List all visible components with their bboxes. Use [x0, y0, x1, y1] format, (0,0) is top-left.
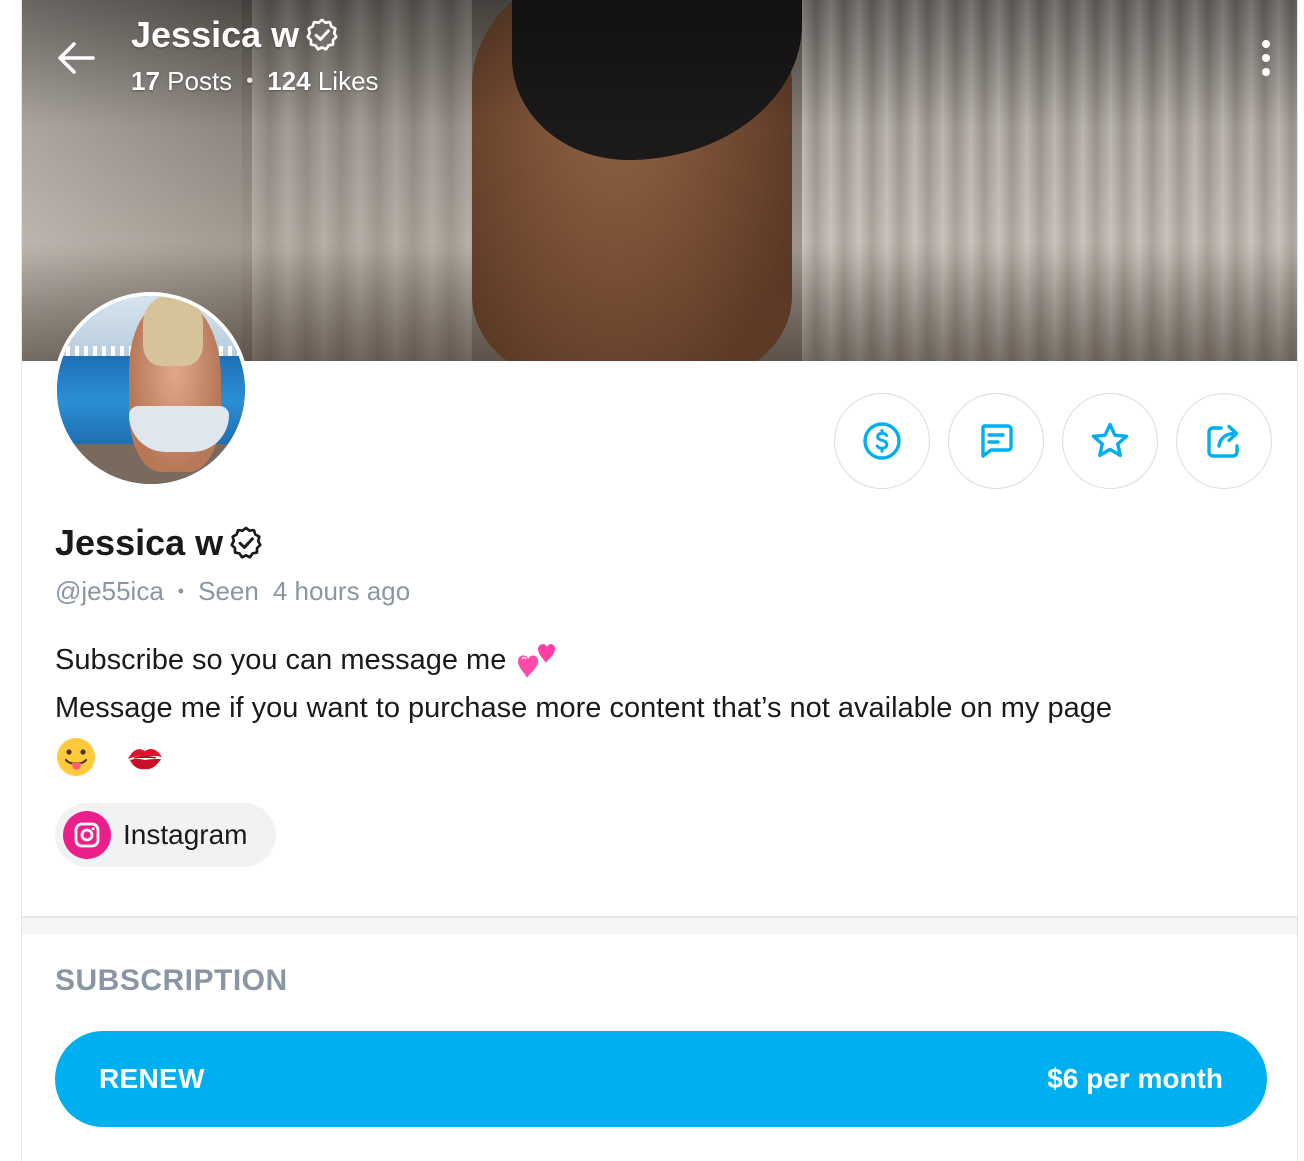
- instagram-link[interactable]: Instagram: [55, 803, 276, 867]
- profile-page: Jessica w 17 Posts • 124 Likes Jessica w…: [21, 0, 1298, 1161]
- header-title: Jessica w: [131, 14, 341, 56]
- instagram-label: Instagram: [123, 819, 248, 850]
- seen-time: 4 hours ago: [272, 576, 411, 606]
- likes-stat: 124 Likes: [267, 66, 379, 96]
- avatar[interactable]: [53, 292, 249, 488]
- posts-stat: 17 Posts: [131, 66, 233, 96]
- tip-button[interactable]: [834, 393, 930, 489]
- star-icon: [1091, 422, 1129, 458]
- verified-icon: [230, 526, 262, 559]
- top-bar: Jessica w 17 Posts • 124 Likes: [22, 0, 1297, 110]
- header-stats: 17 Posts • 124 Likes: [131, 66, 379, 97]
- section-divider: [22, 916, 1297, 934]
- header-name: Jessica w: [131, 14, 300, 55]
- tongue-face-icon: [57, 738, 95, 777]
- username: @je55ica: [55, 576, 164, 606]
- two-hearts-icon: [518, 644, 556, 679]
- renew-button[interactable]: RENEW $6 per month: [55, 1031, 1267, 1127]
- share-icon: [1207, 424, 1239, 458]
- meta-separator: •: [177, 581, 185, 601]
- bio-line-2: Message me if you want to purchase more …: [55, 692, 1112, 724]
- profile-meta: @je55ica • Seen 4 hours ago: [55, 576, 410, 607]
- profile-name-row: Jessica w: [55, 522, 265, 564]
- subscription-title: SUBSCRIPTION: [55, 964, 288, 997]
- more-options-button[interactable]: [1251, 36, 1281, 80]
- profile-bio: Subscribe so you can message me Message …: [55, 636, 1255, 780]
- verified-icon: [306, 18, 338, 51]
- stats-separator: •: [246, 70, 254, 92]
- bio-line-3: [55, 732, 1255, 780]
- message-icon: [981, 424, 1013, 458]
- instagram-icon: [63, 811, 111, 859]
- message-button[interactable]: [948, 393, 1044, 489]
- seen-label: Seen: [198, 576, 259, 606]
- favorite-button[interactable]: [1062, 393, 1158, 489]
- more-dots-icon: [1262, 40, 1270, 48]
- back-button[interactable]: [52, 36, 100, 80]
- profile-name: Jessica w: [55, 522, 224, 563]
- bio-text-1: Subscribe so you can message me: [55, 644, 507, 676]
- share-button[interactable]: [1176, 393, 1272, 489]
- arrow-left-icon: [58, 42, 95, 74]
- profile-actions: [834, 393, 1272, 489]
- renew-label: RENEW: [99, 1063, 205, 1094]
- bio-line-1: Subscribe so you can message me: [55, 636, 1255, 684]
- dollar-icon: [863, 422, 901, 460]
- renew-price: $6 per month: [1047, 1063, 1223, 1094]
- kiss-mark-icon: [128, 749, 163, 770]
